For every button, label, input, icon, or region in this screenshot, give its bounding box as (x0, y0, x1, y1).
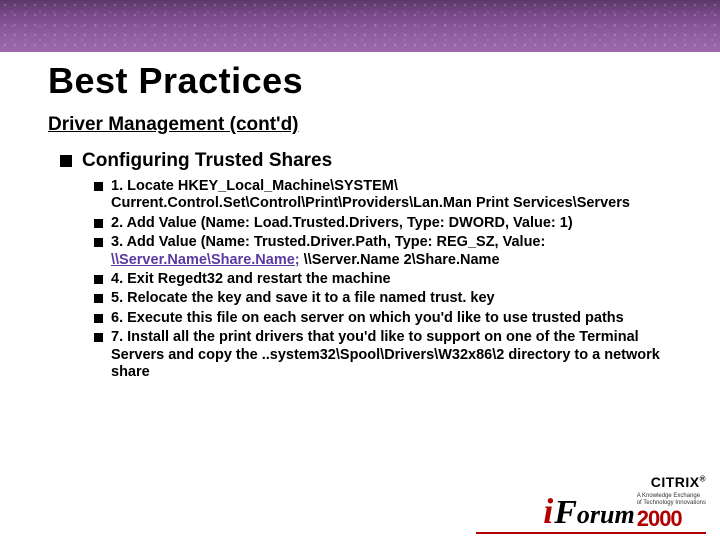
square-bullet-icon (60, 155, 72, 167)
list-item: 1. Locate HKEY_Local_Machine\SYSTEM\ Cur… (94, 178, 676, 213)
citrix-logo: CITRIX® (651, 474, 706, 490)
slide-title: Best Practices (48, 60, 303, 102)
step-text: 4. Exit Regedt32 and restart the machine (111, 271, 391, 288)
square-bullet-icon (94, 294, 103, 303)
list-item: 5. Relocate the key and save it to a fil… (94, 290, 676, 307)
footer-logo-area: CITRIX® iForum A Knowledge Exchange of T… (543, 474, 706, 532)
list-item: 3. Add Value (Name: Trusted.Driver.Path,… (94, 234, 676, 269)
list-item: 6. Execute this file on each server on w… (94, 310, 676, 327)
step-text: 5. Relocate the key and save it to a fil… (111, 290, 495, 307)
content-area: Configuring Trusted Shares 1. Locate HKE… (60, 150, 676, 383)
section-heading-row: Configuring Trusted Shares (60, 150, 676, 172)
slide: Best Practices Driver Management (cont'd… (0, 0, 720, 540)
square-bullet-icon (94, 333, 103, 342)
step-text: 3. Add Value (Name: Trusted.Driver.Path,… (111, 234, 676, 269)
list-item: 4. Exit Regedt32 and restart the machine (94, 271, 676, 288)
list-item: 2. Add Value (Name: Load.Trusted.Drivers… (94, 215, 676, 232)
decorative-banner (0, 0, 720, 52)
year-number: 2000 (637, 506, 682, 532)
list-item: 7. Install all the print drivers that yo… (94, 329, 676, 381)
iforum-logo: iForum (543, 490, 635, 532)
square-bullet-icon (94, 182, 103, 191)
slide-subtitle: Driver Management (cont'd) (48, 114, 299, 136)
steps-list: 1. Locate HKEY_Local_Machine\SYSTEM\ Cur… (94, 178, 676, 381)
square-bullet-icon (94, 219, 103, 228)
unc-path-link: \\Server.Name\Share.Name; (111, 252, 300, 268)
square-bullet-icon (94, 314, 103, 323)
step-text: 7. Install all the print drivers that yo… (111, 329, 676, 381)
square-bullet-icon (94, 275, 103, 284)
step-text: 6. Execute this file on each server on w… (111, 310, 624, 327)
year-block: A Knowledge Exchange of Technology Innov… (637, 493, 706, 532)
square-bullet-icon (94, 238, 103, 247)
step-text: 1. Locate HKEY_Local_Machine\SYSTEM\ Cur… (111, 178, 676, 213)
section-heading: Configuring Trusted Shares (82, 150, 332, 172)
footer-underline (476, 532, 706, 534)
step-text: 2. Add Value (Name: Load.Trusted.Drivers… (111, 215, 573, 232)
